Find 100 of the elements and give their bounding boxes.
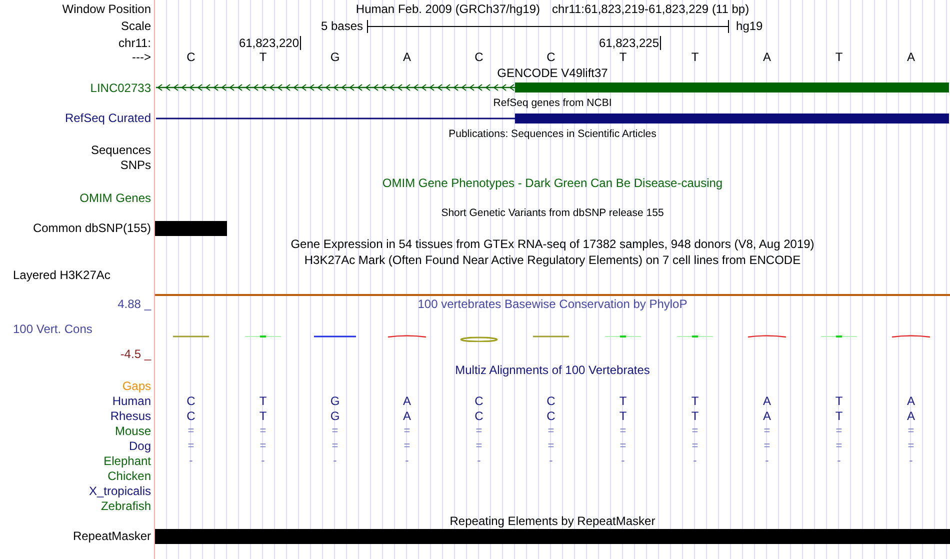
- aligned-base: T: [690, 394, 700, 408]
- coordinate-tick: 61,823,220: [238, 36, 301, 50]
- track-title: H3K27Ac Mark (Often Found Near Active Regulatory Elements) on 7 cell lines from ENCODE: [304, 252, 801, 266]
- species-label: Human: [112, 394, 151, 408]
- track-label: 100 Vert. Cons: [13, 322, 92, 336]
- base-letter: A: [906, 50, 916, 64]
- gap-mark: =: [690, 424, 700, 438]
- scale-length: 5 bases: [321, 18, 364, 35]
- gap-mark: =: [186, 424, 196, 438]
- gap-mark: =: [906, 424, 916, 438]
- position-text: chr11:61,823,219-61,823,229 (11 bp): [552, 0, 750, 18]
- row-label: --->: [132, 50, 151, 64]
- aligned-base: T: [834, 394, 844, 408]
- aligned-base: C: [186, 394, 196, 408]
- base-letter: C: [546, 50, 556, 64]
- gap-mark: =: [834, 424, 844, 438]
- row-label: Window Position: [62, 2, 151, 16]
- gap-mark: =: [690, 438, 700, 452]
- assembly-title: Human Feb. 2009 (GRCh37/hg19): [356, 0, 540, 18]
- gap-mark: =: [834, 438, 844, 452]
- track-label: Layered H3K27Ac: [13, 268, 110, 282]
- axis-label: 4.88 _: [118, 297, 151, 311]
- row-label: Scale: [120, 19, 151, 33]
- row-label: chr11:: [118, 36, 151, 50]
- track-title: Repeating Elements by RepeatMasker: [450, 514, 656, 528]
- track-label: Sequences: [90, 142, 151, 156]
- species-label: Zebrafish: [100, 498, 151, 512]
- aligned-base: G: [329, 408, 341, 422]
- gap-mark: =: [546, 424, 556, 438]
- base-letter: C: [186, 50, 196, 64]
- gap-mark: -: [764, 454, 770, 468]
- base-letter: T: [618, 50, 628, 64]
- gap-mark: -: [476, 454, 482, 468]
- gap-mark: =: [474, 424, 484, 438]
- species-label: Mouse: [114, 424, 151, 438]
- gap-mark: =: [618, 438, 628, 452]
- track-title: Publications: Sequences in Scientific Articles: [448, 127, 656, 141]
- track-label: RepeatMasker: [72, 529, 151, 543]
- gap-mark: =: [402, 424, 412, 438]
- gap-mark: -: [404, 454, 410, 468]
- aligned-base: A: [402, 394, 412, 408]
- base-letter: C: [474, 50, 484, 64]
- gap-mark: =: [258, 424, 268, 438]
- coordinate-tick: 61,823,225: [598, 36, 661, 50]
- track-label: Common dbSNP(155): [32, 221, 151, 235]
- base-letter: T: [690, 50, 700, 64]
- aligned-base: C: [186, 408, 196, 422]
- gap-mark: -: [692, 454, 698, 468]
- track-title: RefSeq genes from NCBI: [493, 96, 612, 110]
- gap-mark: =: [330, 438, 340, 452]
- gap-mark: =: [906, 438, 916, 452]
- aligned-base: T: [834, 408, 844, 422]
- aligned-base: C: [474, 394, 484, 408]
- track-title: OMIM Gene Phenotypes - Dark Green Can Be Disease-causing: [382, 176, 723, 190]
- aligned-base: C: [546, 408, 556, 422]
- track-title: Multiz Alignments of 100 Vertebrates: [455, 363, 650, 377]
- track-title: 100 vertebrates Basewise Conservation by PhyloP: [418, 297, 688, 311]
- gap-mark: -: [836, 454, 842, 468]
- base-letter: T: [834, 50, 844, 64]
- track-label: OMIM Genes: [80, 190, 151, 204]
- aligned-base: G: [329, 394, 341, 408]
- track-label: RefSeq Curated: [64, 111, 151, 125]
- track-label: LINC02733: [90, 80, 151, 94]
- base-letter: A: [402, 50, 412, 64]
- aligned-base: A: [762, 394, 772, 408]
- gap-mark: -: [332, 454, 338, 468]
- gap-mark: =: [762, 438, 772, 452]
- gap-mark: -: [548, 454, 554, 468]
- gap-mark: -: [188, 454, 194, 468]
- aligned-base: A: [402, 408, 412, 422]
- gap-mark: =: [186, 438, 196, 452]
- base-letter: A: [762, 50, 772, 64]
- species-label: Rhesus: [110, 408, 151, 422]
- base-letter: G: [329, 50, 341, 64]
- gap-mark: -: [908, 454, 914, 468]
- gap-mark: =: [330, 424, 340, 438]
- axis-label: -4.5 _: [120, 347, 151, 361]
- gap-mark: =: [546, 438, 556, 452]
- species-label: Dog: [128, 438, 151, 452]
- aligned-base: T: [690, 408, 700, 422]
- aligned-base: C: [546, 394, 556, 408]
- gap-mark: =: [618, 424, 628, 438]
- aligned-base: A: [906, 408, 916, 422]
- track-label: Gaps: [122, 378, 151, 392]
- base-letter: T: [258, 50, 268, 64]
- track-title: GENCODE V49lift37: [497, 66, 608, 80]
- species-label: Chicken: [108, 468, 151, 482]
- variant-bar: [155, 220, 227, 236]
- aligned-base: T: [618, 394, 628, 408]
- gap-mark: =: [258, 438, 268, 452]
- gap-mark: -: [260, 454, 266, 468]
- species-label: X_tropicalis: [88, 484, 151, 498]
- gap-mark: =: [474, 438, 484, 452]
- aligned-base: T: [258, 408, 268, 422]
- aligned-base: A: [762, 408, 772, 422]
- assembly-label: hg19: [735, 18, 763, 35]
- species-label: Elephant: [104, 454, 151, 468]
- aligned-base: A: [906, 394, 916, 408]
- aligned-base: C: [474, 408, 484, 422]
- aligned-base: T: [258, 394, 268, 408]
